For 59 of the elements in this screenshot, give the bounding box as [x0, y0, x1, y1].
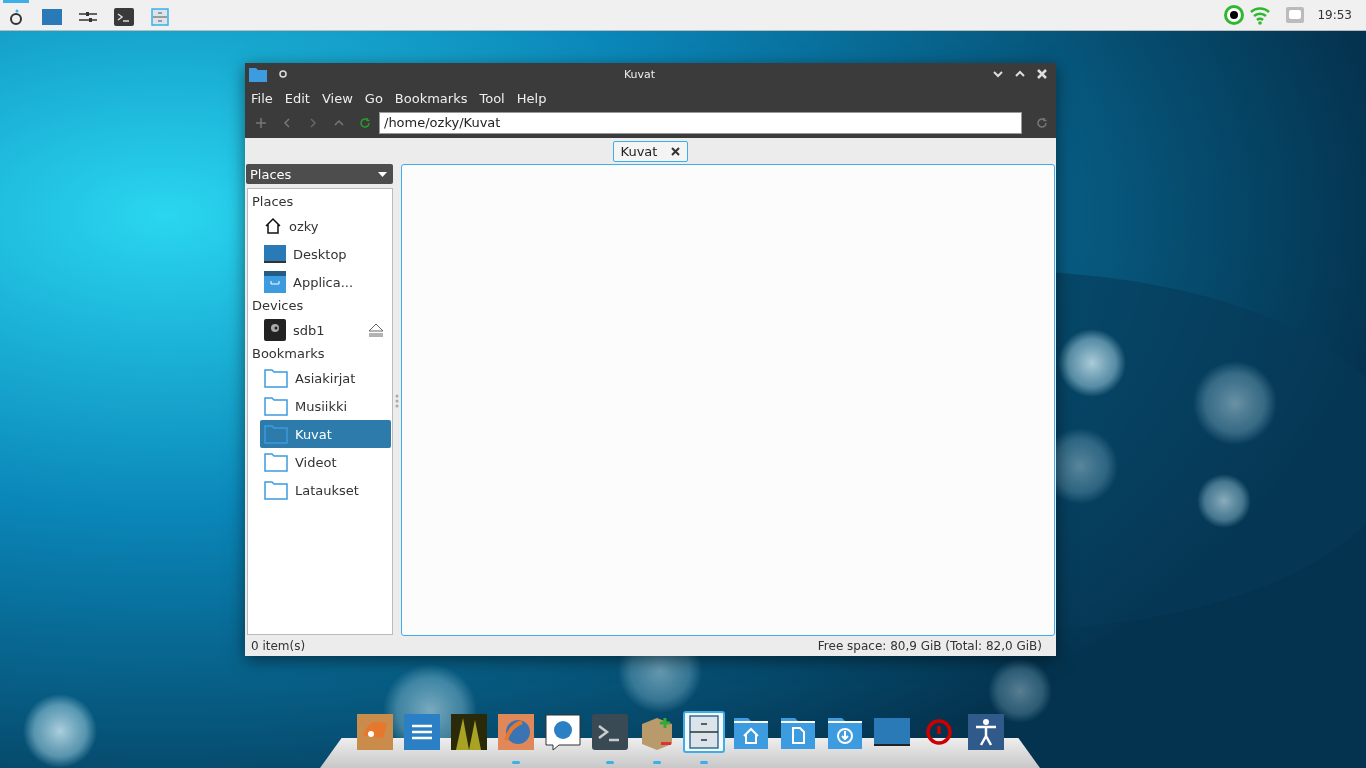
- menu-item[interactable]: Go: [358, 90, 389, 106]
- menu-item[interactable]: Bookmarks: [388, 90, 474, 106]
- menu-item[interactable]: Help: [510, 90, 553, 106]
- folder-icon: [264, 480, 288, 500]
- menu-item[interactable]: Tool: [473, 90, 511, 106]
- sliders-icon: [79, 10, 97, 23]
- tab[interactable]: Kuvat: [612, 141, 689, 162]
- section-heading: Places: [251, 193, 295, 211]
- eject-icon[interactable]: [367, 323, 385, 337]
- pin-icon[interactable]: [279, 70, 287, 78]
- bulb-icon: [9, 7, 23, 26]
- minimize-icon[interactable]: [992, 68, 1004, 80]
- folder-icon: [264, 424, 288, 444]
- menu-item[interactable]: Edit: [278, 90, 316, 106]
- writer-icon: [403, 714, 440, 750]
- free-space: Free space: 80,9 GiB (Total: 82,0 GiB): [817, 639, 1042, 653]
- terminal-icon: [114, 7, 134, 26]
- accessibility-icon: [967, 714, 1004, 750]
- folder-icon: [264, 452, 288, 472]
- folder-icon: [264, 396, 288, 416]
- clock[interactable]: 19:53: [1317, 8, 1352, 22]
- path-field[interactable]: /home/ozky/Kuvat: [379, 112, 1022, 134]
- caret-icon: [378, 171, 387, 177]
- home-icon: [264, 217, 282, 235]
- place-item[interactable]: Desktop: [260, 240, 391, 268]
- place-item[interactable]: Kuvat: [260, 420, 391, 448]
- tab-label: Kuvat: [620, 144, 658, 159]
- desktop-icon: [42, 8, 62, 25]
- drive-icon: [264, 319, 286, 341]
- place-item[interactable]: ozky: [260, 212, 391, 240]
- back-icon[interactable]: [281, 117, 293, 129]
- item-count: 0 item(s): [251, 639, 306, 653]
- cabinet-icon: [151, 7, 169, 26]
- cabinet-launcher[interactable]: [682, 711, 725, 753]
- go-icon[interactable]: [1036, 117, 1048, 129]
- places-dropdown[interactable]: Places: [246, 164, 393, 184]
- place-item[interactable]: Asiakirjat: [260, 364, 391, 392]
- photo-icon: [450, 714, 487, 750]
- reload-icon[interactable]: [359, 117, 371, 129]
- browser-icon: [497, 714, 534, 750]
- desktop-icon: [264, 245, 286, 263]
- record-icon[interactable]: [1223, 4, 1246, 26]
- terminal-icon: [591, 714, 628, 750]
- section-heading: Bookmarks: [251, 345, 326, 363]
- place-item[interactable]: sdb1: [260, 316, 391, 344]
- close-tab-icon[interactable]: [671, 147, 681, 156]
- section-heading: Devices: [251, 297, 305, 315]
- place-item[interactable]: Videot: [260, 448, 391, 476]
- folder-icon: [264, 368, 288, 388]
- splitter-handle[interactable]: [395, 392, 399, 409]
- place-item[interactable]: Musiikki: [260, 392, 391, 420]
- folder-icon: [249, 66, 267, 82]
- place-item[interactable]: Applica...: [260, 268, 391, 296]
- window-title: Kuvat: [622, 67, 657, 81]
- menu-item[interactable]: View: [315, 90, 359, 106]
- menu-item[interactable]: File: [245, 90, 279, 106]
- place-item[interactable]: Lataukset: [260, 476, 391, 504]
- close-icon[interactable]: [1036, 68, 1048, 80]
- applications-icon: [264, 271, 286, 293]
